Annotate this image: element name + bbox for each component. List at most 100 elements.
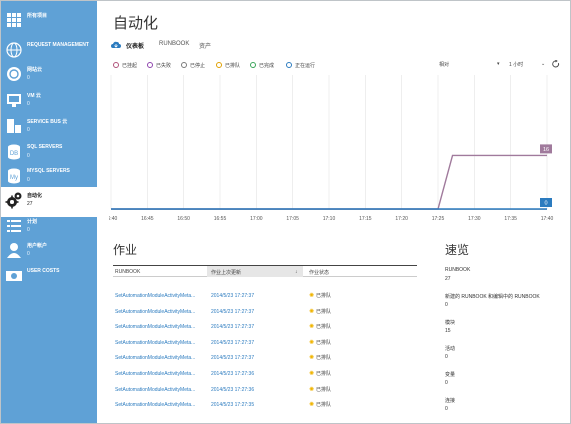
sidebar-item-count: 0 [27,227,30,233]
service-bus-icon [7,119,21,133]
updated-link[interactable]: 2014/5/23 17:27:37 [211,340,254,346]
job-status: ✺ 已排队 [309,308,331,315]
sidebar-item-label: MYSQL SERVERS [27,168,70,174]
runbook-link[interactable]: SetAutomationModuleActivityMeta... [115,324,203,330]
runbook-link[interactable]: SetAutomationModuleActivityMeta... [115,355,203,361]
overview-stat-value: 0 [445,406,448,412]
sidebar-item-user-costs[interactable]: USER COSTS [1,263,97,293]
runbook-link[interactable]: SetAutomationModuleActivityMeta... [115,371,203,377]
table-row[interactable]: SetAutomationModuleActivityMeta... 2014/5… [113,336,417,351]
chevron-down-icon[interactable]: ⌄ [541,61,545,67]
updated-link[interactable]: 2014/5/23 17:27:36 [211,387,254,393]
sidebar-item-label: REQUEST MANAGEMENT [27,42,89,48]
updated-link[interactable]: 2014/5/23 17:27:37 [211,355,254,361]
updated-link[interactable]: 2014/5/23 17:27:37 [211,309,254,315]
status-text: 已排队 [316,339,332,346]
tab-runbook[interactable]: RUNBOOK [159,41,189,47]
overview-stat-value: 27 [445,276,451,282]
status-check-icon [286,62,292,68]
sidebar-item-count: 0 [27,101,30,107]
updated-link[interactable]: 2014/5/23 17:27:35 [211,402,254,408]
updated-link[interactable]: 2014/5/23 17:27:37 [211,293,254,299]
queued-sun-icon: ✺ [309,339,315,346]
relative-toggle[interactable]: 相对 [439,61,449,68]
overview-stat-label: 模块 [445,320,456,326]
sidebar-item-count: 0 [27,177,30,183]
status-check-icon [113,62,119,68]
legend-label: 正在运行 [295,63,316,69]
sidebar-item-label: 计划 [27,219,38,225]
runbook-link[interactable]: SetAutomationModuleActivityMeta... [115,293,203,299]
status-text: 已排队 [316,371,332,377]
legend-item[interactable]: 已停止 [181,62,205,69]
tab-assets[interactable]: 资产 [199,41,211,50]
x-tick-label: 16:40 [109,216,117,222]
runbook-link[interactable]: SetAutomationModuleActivityMeta... [115,402,203,408]
status-check-icon [250,62,256,68]
cloud-icon [111,41,121,48]
user-icon [7,243,21,258]
col-last-updated[interactable]: 作业上次更新 [211,269,241,276]
x-tick-label: 17:05 [286,216,299,222]
sidebar-item-label: VM 云 [27,93,41,99]
sort-arrow-icon[interactable]: ↓ [295,269,298,275]
main-content: 自动化 仪表板 RUNBOOK 资产 已挂起 已失败 已停止 已排队 已完成 正在运行 相… [97,1,570,423]
runbook-link[interactable]: SetAutomationModuleActivityMeta... [115,309,203,315]
queued-sun-icon: ✺ [309,371,315,377]
table-header: RUNBOOK 作业上次更新 ↓ 作业状态 [113,265,417,277]
list-icon [7,220,21,232]
table-row[interactable]: SetAutomationModuleActivityMeta... 2014/5… [113,351,417,366]
updated-link[interactable]: 2014/5/23 17:27:37 [211,324,254,330]
sidebar-item-label: USER COSTS [27,268,60,274]
job-status: ✺ 已排队 [309,354,331,361]
job-status: ✺ 已排队 [309,339,331,346]
tab-dashboard[interactable]: 仪表板 [126,41,144,50]
sidebar-item-label: 网站云 [27,67,43,73]
legend-label: 已排队 [225,63,241,69]
queued-sun-icon: ✺ [309,293,315,299]
status-text: 已排队 [316,308,332,315]
time-range-select[interactable]: 1 小时 [509,61,523,68]
sidebar: 所有项目 REQUEST MANAGEMENT 网站云 0 VM 云 0 SERVICE B… [1,1,97,423]
legend-item[interactable]: 正在运行 [286,62,315,69]
costs-icon [6,271,22,281]
status-check-icon [181,62,187,68]
runbook-link[interactable]: SetAutomationModuleActivityMeta... [115,340,203,346]
legend-item[interactable]: 已排队 [216,62,240,69]
status-text: 已排队 [316,386,332,393]
col-status[interactable]: 作业状态 [309,269,329,276]
arrow-down-icon[interactable]: ▾ [497,61,500,67]
svg-text:My: My [10,175,18,181]
queued-sun-icon: ✺ [309,355,315,362]
x-tick-label: 17:35 [504,216,517,222]
legend-label: 已停止 [190,63,206,69]
updated-link[interactable]: 2014/5/23 17:27:36 [211,371,254,377]
grid-icon [7,13,21,27]
legend-label: 已完成 [259,63,275,69]
overview-title: 速览 [445,243,470,257]
col-runbook[interactable]: RUNBOOK [115,269,140,275]
sidebar-item-count: 0 [27,153,30,159]
table-row[interactable]: SetAutomationModuleActivityMeta... 2014/5… [113,289,417,304]
status-check-icon [216,62,222,68]
table-row[interactable]: SetAutomationModuleActivityMeta... 2014/5… [113,320,417,335]
queued-sun-icon: ✺ [309,324,315,331]
sidebar-item-item-0[interactable]: 所有项目 [1,7,97,37]
table-row[interactable]: SetAutomationModuleActivityMeta... 2014/5… [113,305,417,320]
x-tick-label: 17:10 [323,216,336,222]
x-tick-label: 17:30 [468,216,481,222]
refresh-icon[interactable] [552,60,560,68]
queued-sun-icon: ✺ [309,308,315,315]
table-row[interactable]: SetAutomationModuleActivityMeta... 2014/5… [113,367,417,382]
legend-item[interactable]: 已失败 [147,62,171,69]
legend-item[interactable]: 已挂起 [113,62,137,69]
overview-stat-value: 0 [445,302,448,308]
page-title: 自动化 [113,15,159,32]
runbook-link[interactable]: SetAutomationModuleActivityMeta... [115,387,203,393]
globe-icon [6,42,22,58]
table-row[interactable]: SetAutomationModuleActivityMeta... 2014/5… [113,383,417,398]
legend-item[interactable]: 已完成 [250,62,274,69]
table-row[interactable]: SetAutomationModuleActivityMeta... 2014/5… [113,398,417,413]
overview-stat-label: 变量 [445,372,456,378]
queued-sun-icon: ✺ [309,402,315,409]
